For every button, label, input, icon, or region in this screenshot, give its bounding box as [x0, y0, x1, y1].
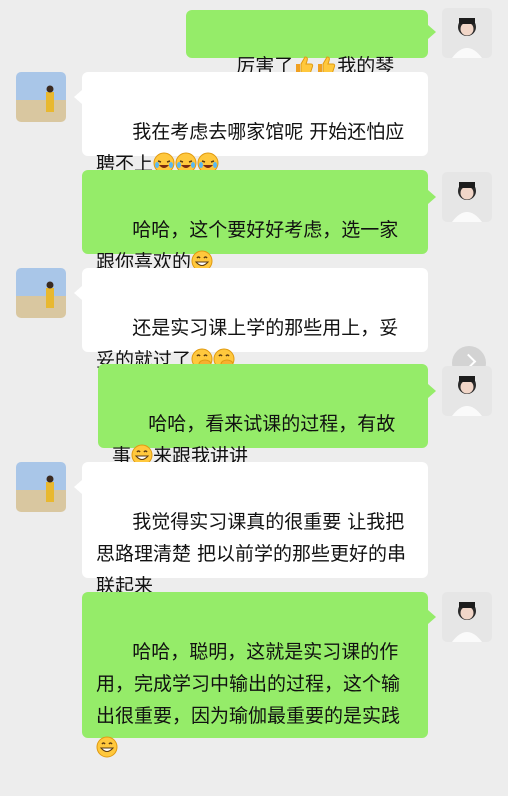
message-text: 我觉得实习课真的很重要 让我把思路理清楚 把以前学的那些更好的串联起来: [96, 511, 407, 597]
message-text: 哈哈，这个要好好考虑，选一家跟你喜欢的: [96, 219, 399, 273]
message-text: 哈哈，聪明，这就是实习课的作用，完成学习中输出的过程，这个输出很重要，因为瑜伽最…: [96, 641, 401, 727]
message-bubble[interactable]: 哈哈，聪明，这就是实习课的作用，完成学习中输出的过程，这个输出很重要，因为瑜伽最…: [82, 592, 428, 758]
bubble-tail: [74, 90, 82, 104]
message-bubble[interactable]: 我在考虑去哪家馆呢 开始还怕应聘不上: [82, 72, 428, 175]
contact-avatar[interactable]: [16, 268, 66, 318]
my-avatar[interactable]: [442, 366, 492, 416]
bubble-tail: [428, 25, 436, 39]
message-text: 还是实习课上学的那些用上，妥妥的就过了: [96, 317, 399, 371]
my-avatar[interactable]: [442, 592, 492, 642]
bubble-tail: [74, 480, 82, 494]
message-bubble[interactable]: 哈哈，这个要好好考虑，选一家跟你喜欢的: [82, 170, 428, 273]
bubble-tail: [428, 190, 436, 204]
contact-avatar[interactable]: [16, 462, 66, 512]
message-text: 我在考虑去哪家馆呢 开始还怕应聘不上: [96, 121, 405, 175]
bubble-tail: [428, 384, 436, 398]
bubble-tail: [74, 286, 82, 300]
message-bubble[interactable]: 我觉得实习课真的很重要 让我把思路理清楚 把以前学的那些更好的串联起来: [82, 462, 428, 597]
message-bubble[interactable]: 厉害了 我的琴: [186, 10, 428, 107]
grin-icon: [96, 736, 118, 758]
message-bubble[interactable]: 哈哈，看来试课的过程，有故事 来跟我讲讲: [98, 364, 428, 467]
message-bubble[interactable]: 还是实习课上学的那些用上，妥妥的就过了: [82, 268, 428, 371]
my-avatar[interactable]: [442, 8, 492, 58]
my-avatar[interactable]: [442, 172, 492, 222]
chat-area[interactable]: 厉害了 我的琴 我在考虑去哪家馆呢 开始还怕应聘不上 哈哈，这个要好好考虑，选一家…: [0, 0, 508, 758]
bubble-tail: [428, 610, 436, 624]
contact-avatar[interactable]: [16, 72, 66, 122]
